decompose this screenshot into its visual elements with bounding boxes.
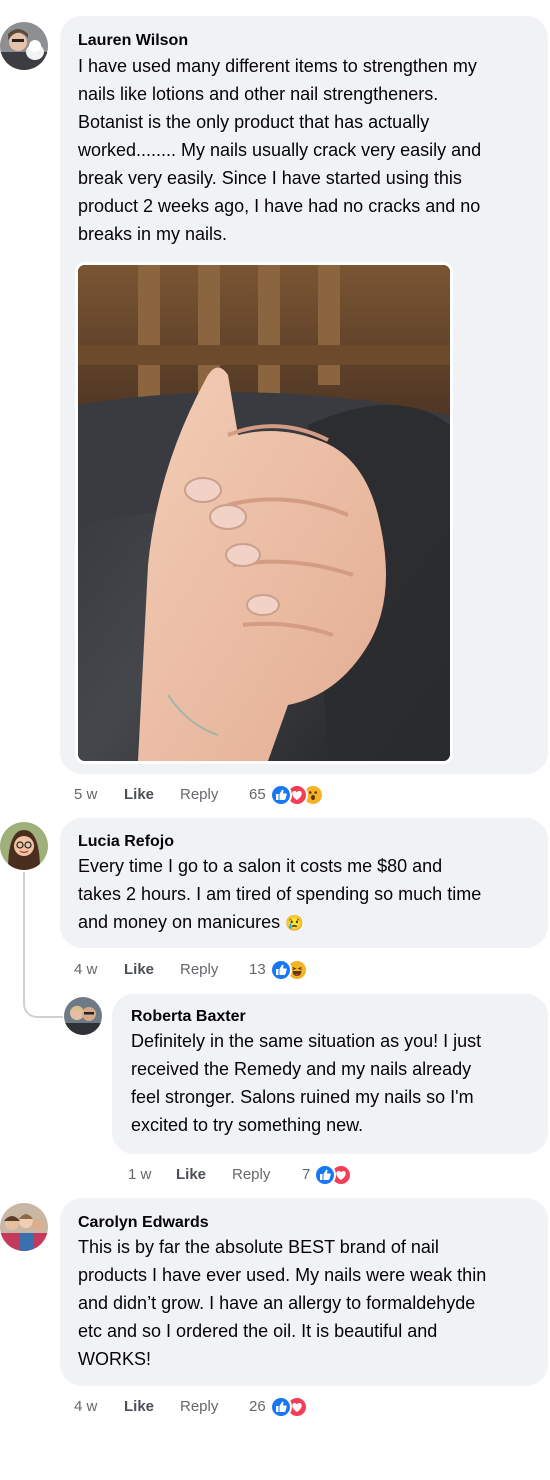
avatar[interactable] bbox=[0, 1203, 48, 1251]
comment-line: and money on manicures 😢 bbox=[78, 912, 304, 932]
avatar-carolyn-edwards-icon bbox=[0, 1203, 48, 1251]
comment-meta: 4 w Like Reply 13 bbox=[74, 959, 374, 981]
reply-button[interactable]: Reply bbox=[180, 1396, 218, 1418]
reaction-icons[interactable] bbox=[314, 1164, 364, 1186]
comment-text: Every time I go to a salon it costs me $… bbox=[78, 852, 538, 938]
like-button[interactable]: Like bbox=[124, 1396, 154, 1418]
reaction-icons[interactable] bbox=[270, 959, 320, 981]
comment-author[interactable]: Roberta Baxter bbox=[131, 1007, 246, 1027]
reply-button[interactable]: Reply bbox=[232, 1164, 270, 1186]
comment-line: I have used many different items to stre… bbox=[78, 56, 477, 76]
reaction-count[interactable]: 13 bbox=[249, 959, 266, 981]
reaction-count[interactable]: 7 bbox=[302, 1164, 310, 1186]
comment-line: Botanist is the only product that has ac… bbox=[78, 112, 430, 132]
comment-line: takes 2 hours. I am tired of spending so… bbox=[78, 884, 482, 904]
avatar[interactable] bbox=[0, 822, 48, 870]
comment-text: This is by far the absolute BEST brand o… bbox=[78, 1233, 538, 1373]
comment-text: Definitely in the same situation as you!… bbox=[131, 1027, 541, 1139]
avatar-roberta-baxter-icon bbox=[64, 997, 102, 1035]
like-reaction-icon bbox=[270, 784, 292, 806]
comment-line: received the Remedy and my nails already bbox=[131, 1059, 472, 1079]
like-reaction-icon bbox=[270, 959, 292, 981]
comment-line: excited to try something new. bbox=[131, 1115, 364, 1135]
comment-line: worked........ My nails usually crack ve… bbox=[78, 140, 482, 160]
crying-emoji-icon: 😢 bbox=[285, 915, 304, 932]
avatar-lauren-wilson-icon bbox=[0, 22, 48, 70]
reaction-count[interactable]: 26 bbox=[249, 1396, 266, 1418]
comment-line: product 2 weeks ago, I have had no crack… bbox=[78, 196, 481, 216]
avatar[interactable] bbox=[64, 997, 102, 1035]
comment-line: Definitely in the same situation as you!… bbox=[131, 1031, 482, 1051]
comment-meta: 1 w Like Reply 7 bbox=[128, 1164, 388, 1186]
comment-line: This is by far the absolute BEST brand o… bbox=[78, 1237, 439, 1257]
comment-line: feel stronger. Salons ruined my nails so… bbox=[131, 1087, 474, 1107]
comment-time[interactable]: 4 w bbox=[74, 1396, 97, 1418]
comment-meta: 4 w Like Reply 26 bbox=[74, 1396, 374, 1418]
comment-line: etc and so I ordered the oil. It is beau… bbox=[78, 1321, 438, 1341]
hand-nails-photo-icon bbox=[78, 265, 450, 761]
reply-button[interactable]: Reply bbox=[180, 959, 218, 981]
reply-thread-line bbox=[23, 872, 63, 1018]
comment-time[interactable]: 5 w bbox=[74, 784, 97, 806]
avatar[interactable] bbox=[0, 22, 48, 70]
comment-meta: 5 w Like Reply 65 bbox=[74, 784, 374, 806]
comment-line: and didn’t grow. I have an allergy to fo… bbox=[78, 1293, 476, 1313]
like-button[interactable]: Like bbox=[176, 1164, 206, 1186]
comment-line: WORKS! bbox=[78, 1349, 152, 1369]
comment-line: breaks in my nails. bbox=[78, 224, 228, 244]
comment-time[interactable]: 1 w bbox=[128, 1164, 151, 1186]
reaction-icons[interactable] bbox=[270, 784, 336, 806]
like-button[interactable]: Like bbox=[124, 959, 154, 981]
reaction-icons[interactable] bbox=[270, 1396, 320, 1418]
comment-author[interactable]: Lucia Refojo bbox=[78, 832, 174, 852]
reply-button[interactable]: Reply bbox=[180, 784, 218, 806]
like-reaction-icon bbox=[314, 1164, 336, 1186]
like-reaction-icon bbox=[270, 1396, 292, 1418]
comment-photo[interactable] bbox=[75, 262, 453, 764]
avatar-lucia-refojo-icon bbox=[0, 822, 48, 870]
comment-text: I have used many different items to stre… bbox=[78, 52, 538, 248]
comment-author[interactable]: Carolyn Edwards bbox=[78, 1213, 209, 1233]
like-button[interactable]: Like bbox=[124, 784, 154, 806]
comment-time[interactable]: 4 w bbox=[74, 959, 97, 981]
comment-line: break very easily. Since I have started … bbox=[78, 168, 462, 188]
comment-author[interactable]: Lauren Wilson bbox=[78, 31, 188, 51]
comment-line: nails like lotions and other nail streng… bbox=[78, 84, 439, 104]
comment-line: Every time I go to a salon it costs me $… bbox=[78, 856, 443, 876]
reaction-count[interactable]: 65 bbox=[249, 784, 266, 806]
comment-line: products I have ever used. My nails were… bbox=[78, 1265, 487, 1285]
